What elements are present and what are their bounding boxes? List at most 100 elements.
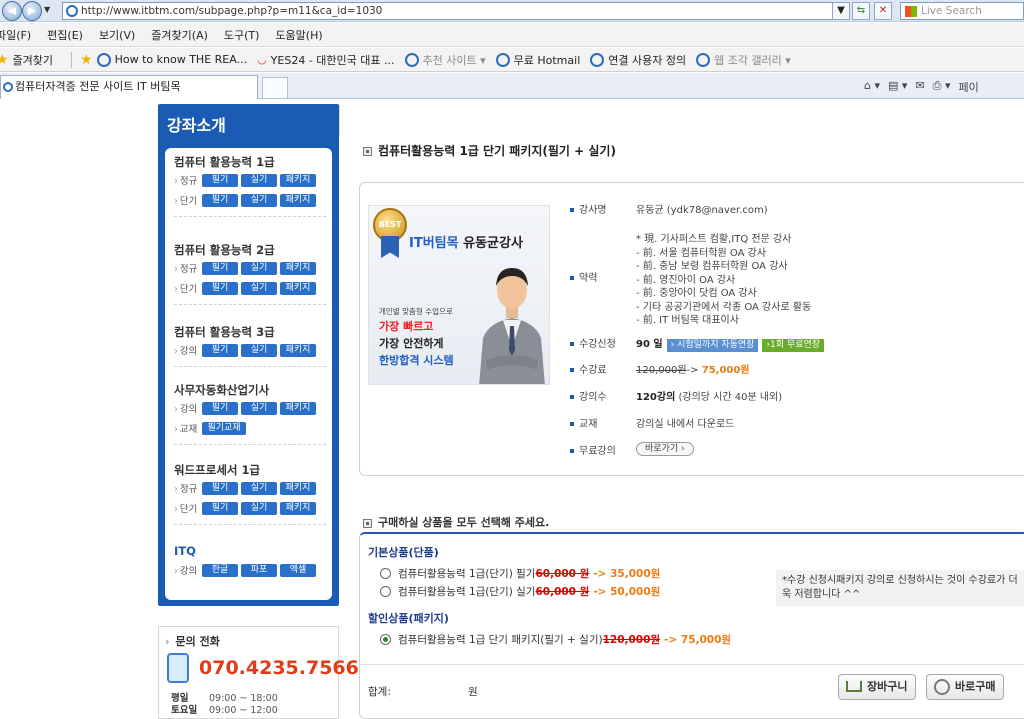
favorites-button[interactable]: ★ 즐겨찾기 [0,52,53,68]
course-button[interactable]: 실기 [241,173,277,187]
course-button[interactable]: 실기 [241,401,277,415]
menu-file[interactable]: 파일(F) [0,27,31,43]
fee-label: 수강료 [570,361,632,376]
course-button[interactable]: 실기 [241,481,277,495]
sidebar-title: 강좌소개 [167,116,226,135]
course-button[interactable]: 패키지 [280,173,316,187]
course-button[interactable]: 실기 [241,193,277,207]
basic-option-written[interactable]: 컴퓨터활용능력 1급(단기) 필기 60,000 원 -> 35,000원 [380,566,660,581]
course-button[interactable]: 필기 [202,343,238,357]
forward-icon[interactable]: ▶ [22,1,42,21]
cart-button[interactable]: 장바구니 [838,674,917,700]
course-row: 정규 필기 실기 패키지 [174,258,326,278]
course-button[interactable]: 패키지 [280,281,316,295]
total-unit: 원 [468,686,478,698]
live-search-input[interactable]: Live Search [900,2,1024,20]
ie-page-icon [404,52,419,67]
career-list: * 現. 기사퍼스트 컴활,ITQ 전문 강사 - 前. 서울 컴퓨터학원 OA… [636,233,811,328]
menu-view[interactable]: 보기(V) [99,27,135,43]
course-button[interactable]: 파포 [241,563,277,577]
career-item: * 現. 기사퍼스트 컴활,ITQ 전문 강사 [636,234,792,245]
url-field[interactable]: http://www.itbtm.com/subpage.php?p=m11&c… [62,2,848,20]
course-row-label: 교재 [174,421,202,435]
fav-web-slice-gallery[interactable]: 웹 조각 갤러리 ▾ [696,52,791,68]
course-button[interactable]: 필기 [202,261,238,275]
course-button[interactable]: 필기 [202,481,238,495]
url-dropdown-icon[interactable]: ▼ [832,2,850,20]
ie-page-icon [590,52,605,67]
course-button[interactable]: 실기 [241,261,277,275]
go-free-lecture-button[interactable]: 바로가기 › [636,442,694,456]
print-icon[interactable]: ⎙ ▾ [933,79,951,95]
tab-itbtm[interactable]: 컴퓨터자격증 전문 사이트 IT 버팀목 [0,75,258,99]
home-icon[interactable]: ⌂ ▾ [864,79,880,95]
course-button[interactable]: 실기 [241,501,277,515]
course-group-title: 컴퓨터 활용능력 1급 [174,155,275,169]
buy-icon [934,679,950,695]
course-button[interactable]: 필기 [202,501,238,515]
course-button[interactable]: 한글 [202,563,238,577]
instructor-value: 유동균 (ydk78@naver.com) [636,205,768,216]
promo-line-2: 가장 안전하게 [379,337,444,350]
course-button[interactable]: 필기 [202,193,238,207]
fav-hotmail[interactable]: 무료 Hotmail [495,52,580,68]
radio-written[interactable] [380,568,391,579]
fav-yes24[interactable]: ◡ YES24 - 대한민국 대표 ... [257,52,394,68]
course-row-label: 정규 [174,481,202,495]
menu-tools[interactable]: 도구(T) [224,27,260,43]
product-title: 컴퓨터활용능력 1급 단기 패키지(필기 + 실기) [363,142,616,159]
option-original-price: 120,000원 [602,634,661,646]
course-group-title: ITQ [174,544,196,558]
lectures-count: 120강의 [636,392,676,403]
menu-edit[interactable]: 편집(E) [47,27,83,43]
menu-help[interactable]: 도움말(H) [275,27,322,43]
bullet-icon [363,518,372,528]
course-button[interactable]: 필기 [202,401,238,415]
page-menu[interactable]: 페이 [958,79,978,95]
radio-practical[interactable] [380,586,391,597]
buy-now-button[interactable]: 바로구매 [926,674,1005,700]
stop-icon[interactable]: ✕ [874,2,892,20]
course-group-title: 컴퓨터 활용능력 3급 [174,325,275,339]
course-button[interactable]: 패키지 [280,501,316,515]
course-row: 정규 필기 실기 패키지 [174,478,326,498]
course-group-cal1: 컴퓨터 활용능력 1급 정규 필기 실기 패키지 단기 필기 실기 패키지 [174,154,326,217]
option-original-price: 60,000 원 [535,568,590,580]
contact-box: 문의 전화 070.4235.7566 평일 09:00 ~ 18:00 토요일 0… [158,626,359,719]
course-button[interactable]: 패키지 [280,481,316,495]
course-button[interactable]: 패키지 [280,401,316,415]
history-dropdown-icon[interactable]: ▼ [44,5,50,14]
course-button[interactable]: 엑셀 [280,563,316,577]
feeds-icon[interactable]: ▤ ▾ [888,79,907,95]
fav-recommended-sites[interactable]: 추천 사이트 ▾ [404,52,486,68]
textbook-button[interactable]: 필기교재 [202,421,246,435]
course-button[interactable]: 실기 [241,343,277,357]
saturday-label: 토요일 [171,705,198,716]
fav-how-to-know[interactable]: ★ How to know THE REA... [80,52,247,68]
tab-bar: 컴퓨터자격증 전문 사이트 IT 버팀목 ⌂ ▾ ▤ ▾ ✉ ⎙ ▾ 페이 [0,73,1024,99]
promo-line-3: 한방합격 시스템 [379,354,454,367]
duration-label: 수강신청 [570,335,632,350]
course-button[interactable]: 패키지 [280,343,316,357]
fav-customize-links[interactable]: 연결 사용자 정의 [590,52,686,68]
radio-package[interactable] [380,634,391,645]
course-button[interactable]: 필기 [202,281,238,295]
new-tab-button[interactable] [262,77,288,99]
course-row: 강의 필기 실기 패키지 [174,398,326,418]
order-section-title: 구매하실 상품을 모두 선택해 주세요. [363,514,549,530]
course-button[interactable]: 필기 [202,173,238,187]
course-button[interactable]: 패키지 [280,193,316,207]
refresh-icon[interactable]: ⇆ [852,2,870,20]
ie-page-icon [66,5,78,17]
product-info-box: BEST IT버팀목 유동균강사 개인별 맞춤형 수업으로 가장 빠르고 가장 … [359,182,1024,476]
back-icon[interactable]: ◀ [2,1,22,21]
career-label: 약력 [570,269,632,284]
course-button[interactable]: 실기 [241,281,277,295]
mail-icon[interactable]: ✉ [915,79,924,95]
package-option[interactable]: 컴퓨터활용능력 1급 단기 패키지(필기 + 실기) 120,000원 -> 75,… [380,632,731,647]
total-label: 합계: [368,686,391,698]
course-row-label: 강의 [174,563,202,577]
course-button[interactable]: 패키지 [280,261,316,275]
basic-option-practical[interactable]: 컴퓨터활용능력 1급(단기) 실기 60,000 원 -> 50,000원 [380,584,660,599]
menu-favorites[interactable]: 즐겨찾기(A) [151,27,208,43]
